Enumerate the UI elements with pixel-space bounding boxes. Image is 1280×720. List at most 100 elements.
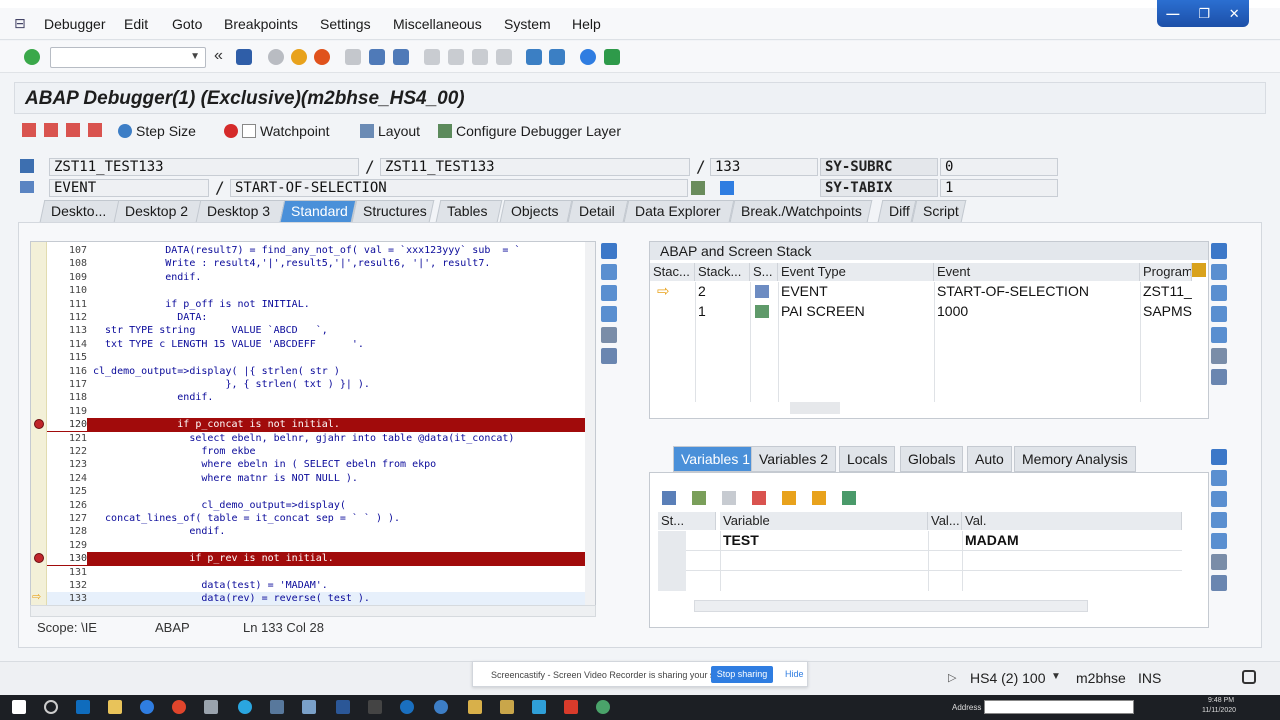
delete-icon[interactable] — [662, 491, 676, 505]
single-step-icon[interactable] — [22, 123, 36, 137]
app-icon[interactable] — [270, 700, 284, 714]
execute-icon[interactable] — [44, 123, 58, 137]
code-line[interactable]: 116 cl_demo_output=>display( |{ strlen( s… — [47, 365, 595, 378]
configure-debugger-layer-button[interactable]: Configure Debugger Layer — [438, 123, 621, 139]
back-icon[interactable] — [268, 49, 284, 65]
tab-detail[interactable]: Detail — [567, 200, 629, 222]
code-line[interactable]: 111 if p_off is not INITIAL. — [47, 298, 595, 311]
code-line[interactable]: 125 — [47, 485, 595, 498]
tab-variables-1[interactable]: Variables 1 — [673, 446, 759, 472]
services-icon[interactable] — [1211, 554, 1227, 570]
table-settings-icon[interactable] — [1192, 263, 1206, 277]
tab-auto[interactable]: Auto — [967, 446, 1012, 472]
search-icon[interactable] — [44, 700, 58, 714]
code-line[interactable]: 129 — [47, 539, 595, 552]
column-header[interactable]: Event — [934, 263, 1140, 281]
return-icon[interactable] — [66, 123, 80, 137]
menu-edit[interactable]: Edit — [124, 16, 148, 32]
lock-icon[interactable] — [1242, 670, 1256, 684]
swap-icon[interactable] — [601, 306, 617, 322]
maximize-icon[interactable] — [1211, 491, 1227, 507]
code-line[interactable]: 123 where ebeln in ( SELECT ebeln from e… — [47, 458, 595, 471]
stack-event-type[interactable]: EVENT — [778, 282, 934, 301]
find-next-icon[interactable] — [393, 49, 409, 65]
stack-event[interactable]: START-OF-SELECTION — [934, 282, 1140, 301]
column-header[interactable]: St... — [658, 512, 716, 530]
first-page-icon[interactable] — [424, 49, 440, 65]
address-input[interactable] — [984, 700, 1134, 714]
code-line[interactable]: 133 data(rev) = reverse( test ). — [47, 592, 595, 606]
play-icon[interactable]: ▷ — [948, 671, 956, 684]
minimize-button[interactable]: — — [1166, 6, 1179, 21]
layout-button[interactable]: Layout — [360, 123, 420, 139]
step-size-button[interactable]: Step Size — [118, 123, 196, 139]
chevron-down-icon[interactable]: ▼ — [190, 51, 200, 62]
sy-subrc-value[interactable]: 0 — [940, 158, 1058, 176]
menu-settings[interactable]: Settings — [320, 16, 371, 32]
close-button[interactable]: ✕ — [1229, 6, 1240, 22]
restore-button[interactable]: ❐ — [1198, 6, 1210, 22]
close-icon[interactable] — [1211, 243, 1227, 259]
column-header[interactable]: Stac... — [650, 263, 695, 281]
close-icon[interactable] — [1211, 449, 1227, 465]
event-type-field[interactable]: EVENT — [49, 179, 209, 197]
transfer-icon[interactable] — [812, 491, 826, 505]
code-line[interactable]: 112 DATA: — [47, 311, 595, 324]
source-vertical-scrollbar[interactable] — [585, 242, 595, 606]
line-field[interactable]: 133 — [710, 158, 818, 176]
app-icon[interactable] — [596, 700, 610, 714]
menu-goto[interactable]: Goto — [172, 16, 202, 32]
windows-icon[interactable] — [12, 700, 26, 714]
program-field[interactable]: ZST11_TEST133 — [49, 158, 359, 176]
code-line[interactable]: 115 — [47, 351, 595, 364]
file-explorer-icon[interactable] — [108, 700, 122, 714]
close-icon[interactable] — [601, 243, 617, 259]
code-line[interactable]: 120 if p_concat is not initial. — [47, 418, 595, 432]
tool-icon[interactable] — [601, 264, 617, 280]
sap-icon[interactable] — [204, 700, 218, 714]
find-icon[interactable] — [369, 49, 385, 65]
watchpoint-button[interactable]: Watchpoint — [224, 123, 330, 139]
command-field[interactable]: ▼ — [50, 47, 206, 68]
swap-icon[interactable] — [1211, 512, 1227, 528]
help-icon[interactable] — [580, 49, 596, 65]
save-icon[interactable] — [236, 49, 252, 65]
code-line[interactable]: 107 DATA(result7) = find_any_not_of( val… — [47, 244, 595, 257]
menu-help[interactable]: Help — [572, 16, 601, 32]
acrobat-icon[interactable] — [564, 700, 578, 714]
tab-variables-2[interactable]: Variables 2 — [751, 446, 837, 472]
chevron-left-icon[interactable]: « — [214, 47, 230, 64]
settings-icon[interactable] — [1211, 575, 1227, 591]
chevron-down-icon[interactable]: ▼ — [1051, 671, 1061, 682]
folder-icon[interactable] — [500, 700, 514, 714]
tab-locals[interactable]: Locals — [839, 446, 896, 472]
edge-icon[interactable] — [140, 700, 154, 714]
app-icon[interactable] — [532, 700, 546, 714]
column-header[interactable]: Variable — [720, 512, 928, 530]
import-icon[interactable] — [722, 491, 736, 505]
exit-icon[interactable] — [291, 49, 307, 65]
tab-desktop-2[interactable]: Desktop 2 — [113, 200, 203, 222]
source-horizontal-scrollbar[interactable] — [30, 605, 596, 617]
code-line[interactable]: 130 if p_rev is not initial. — [47, 552, 595, 566]
next-page-icon[interactable] — [472, 49, 488, 65]
variable-name[interactable]: TEST — [720, 531, 928, 550]
menu-breakpoints[interactable]: Breakpoints — [224, 16, 298, 32]
enter-icon[interactable] — [24, 49, 40, 65]
services-icon[interactable] — [1211, 348, 1227, 364]
tab-break-watchpoints[interactable]: Break./Watchpoints — [729, 200, 873, 222]
hide-button[interactable]: Hide — [785, 669, 804, 679]
stack-level[interactable]: 2 — [695, 282, 750, 301]
stack-event-type[interactable]: PAI SCREEN — [778, 302, 934, 321]
tab-desktop-3[interactable]: Desktop 3 — [195, 200, 287, 222]
include-field[interactable]: ZST11_TEST133 — [380, 158, 690, 176]
stack-program[interactable]: SAPMS — [1140, 302, 1192, 321]
stack-event[interactable]: 1000 — [934, 302, 1140, 321]
column-header[interactable]: Val. — [962, 512, 1182, 530]
code-line[interactable]: 126 cl_demo_output=>display( — [47, 499, 595, 512]
stack-program[interactable]: ZST11_ — [1140, 282, 1192, 301]
settings-icon[interactable] — [601, 348, 617, 364]
app-icon[interactable] — [434, 700, 448, 714]
menu-miscellaneous[interactable]: Miscellaneous — [393, 16, 482, 32]
swap-icon[interactable] — [1211, 306, 1227, 322]
